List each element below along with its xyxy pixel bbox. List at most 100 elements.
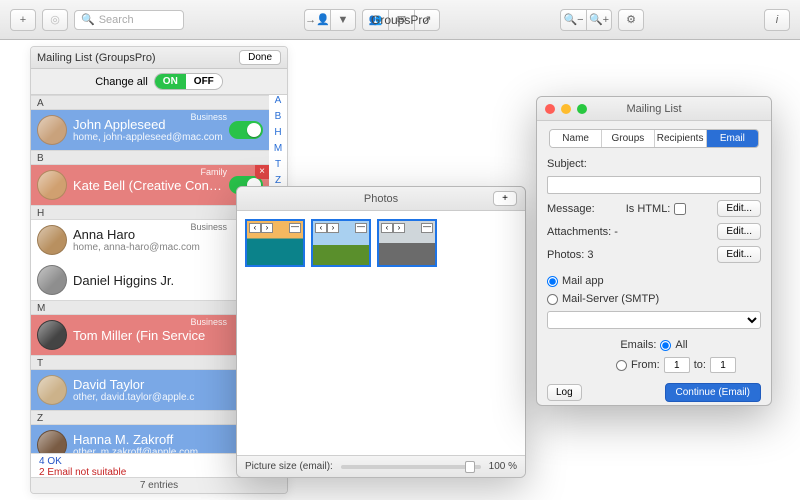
contact-tag: Business: [190, 317, 227, 327]
filter-button[interactable]: ▼: [330, 9, 356, 31]
photos-body: ‹›— ‹›— ‹›—: [237, 211, 525, 455]
attachments-value: -: [614, 226, 618, 238]
minimize-window-icon[interactable]: [561, 104, 571, 114]
prev-icon[interactable]: ‹: [315, 223, 327, 233]
contact-row[interactable]: Tom Miller (Fin Service Business: [31, 315, 269, 355]
avatar: [37, 225, 67, 255]
smtp-label: Mail-Server (SMTP): [562, 293, 659, 305]
photo-thumb[interactable]: ‹› —: [245, 219, 305, 267]
to-input[interactable]: [710, 357, 736, 373]
photos-window: Photos + ‹›— ‹›— ‹›— Picture size (email…: [236, 186, 526, 478]
index-letter[interactable]: H: [274, 127, 281, 143]
contact-name: Anna Haro: [73, 227, 263, 242]
tab-groups[interactable]: Groups: [602, 130, 654, 147]
subject-label: Subject:: [547, 158, 605, 170]
zoom-window-icon[interactable]: [577, 104, 587, 114]
groups-button[interactable]: 👥: [362, 9, 388, 31]
mailing-dialog: Mailing List Name Groups Recipients Emai…: [536, 96, 772, 406]
minimize-icon[interactable]: —: [355, 223, 367, 233]
minimize-icon[interactable]: —: [421, 223, 433, 233]
contact-tag: Family: [201, 167, 228, 177]
zoom-in-button[interactable]: 🔍+: [586, 9, 612, 31]
index-letter[interactable]: B: [275, 111, 282, 127]
emails-label: Emails:: [620, 339, 656, 351]
continue-button[interactable]: Continue (Email): [665, 383, 761, 402]
minimize-icon[interactable]: —: [289, 223, 301, 233]
from-input[interactable]: [664, 357, 690, 373]
zoom-out-button[interactable]: 🔍−: [560, 9, 586, 31]
add-photo-button[interactable]: +: [493, 191, 517, 206]
avatar: [37, 375, 67, 405]
next-icon[interactable]: ›: [261, 223, 273, 233]
photo-thumb[interactable]: ‹› —: [311, 219, 371, 267]
avatar: [37, 320, 67, 350]
smtp-select[interactable]: [547, 311, 761, 329]
contact-sub: home, anna-haro@mac.com: [73, 242, 263, 253]
search-icon: 🔍: [81, 13, 95, 26]
contact-sub: home, john-appleseed@mac.com: [73, 132, 223, 143]
contact-row[interactable]: John Appleseedhome, john-appleseed@mac.c…: [31, 110, 269, 150]
section-header: A: [31, 95, 269, 110]
window-controls[interactable]: [545, 104, 587, 114]
subject-input[interactable]: [547, 176, 761, 194]
index-letter[interactable]: T: [275, 159, 281, 175]
tab-recipients[interactable]: Recipients: [655, 130, 707, 147]
edit-attachments-button[interactable]: Edit...: [717, 223, 761, 240]
settings-button[interactable]: ⚙: [618, 9, 644, 31]
photos-footer: Picture size (email): 100 %: [237, 455, 525, 477]
change-all-label: Change all: [95, 76, 148, 88]
prev-icon[interactable]: ‹: [381, 223, 393, 233]
is-html-checkbox[interactable]: [674, 203, 686, 215]
mail-app-label: Mail app: [562, 275, 604, 287]
section-header: M: [31, 300, 269, 315]
contact-row[interactable]: Anna Harohome, anna-haro@mac.com Busines…: [31, 220, 269, 260]
close-window-icon[interactable]: [545, 104, 555, 114]
photos-titlebar[interactable]: Photos +: [237, 187, 525, 211]
new-contact-button[interactable]: +: [10, 9, 36, 31]
change-all-off[interactable]: OFF: [186, 74, 222, 89]
avatar: [37, 265, 67, 295]
next-icon[interactable]: ›: [327, 223, 339, 233]
picture-size-slider[interactable]: [341, 465, 481, 469]
section-header: Z: [31, 410, 269, 425]
contact-name: Tom Miller (Fin Service: [73, 328, 263, 343]
entry-count: 7 entries: [31, 477, 287, 493]
emails-all-radio[interactable]: [660, 340, 671, 351]
index-letter[interactable]: M: [274, 143, 282, 159]
photo-thumb[interactable]: ‹› —: [377, 219, 437, 267]
contact-row[interactable]: David Taylorother, david.taylor@apple.c: [31, 370, 269, 410]
contact-name: Hanna M. Zakroff: [73, 432, 263, 447]
attachments-label: Attachments:: [547, 226, 611, 238]
contact-row[interactable]: Daniel Higgins Jr.: [31, 260, 269, 300]
next-icon[interactable]: ›: [393, 223, 405, 233]
assign-button[interactable]: →👤: [304, 9, 330, 31]
tab-email[interactable]: Email: [707, 130, 758, 147]
close-icon[interactable]: ×: [255, 165, 269, 179]
log-button[interactable]: Log: [547, 384, 582, 401]
change-all-toggle[interactable]: ON OFF: [154, 73, 223, 90]
prev-icon[interactable]: ‹: [249, 223, 261, 233]
index-letter[interactable]: A: [275, 95, 282, 111]
smtp-radio[interactable]: [547, 294, 558, 305]
contact-toggle[interactable]: [229, 121, 263, 139]
contact-tag: Business: [190, 222, 227, 232]
export-button[interactable]: ↗: [414, 9, 440, 31]
emails-all-label: All: [675, 339, 687, 351]
tab-name[interactable]: Name: [550, 130, 602, 147]
search-input[interactable]: 🔍 Search: [74, 10, 184, 30]
mailing-dialog-titlebar[interactable]: Mailing List: [537, 97, 771, 121]
mailing-dialog-body: Name Groups Recipients Email Subject: Me…: [537, 121, 771, 405]
edit-message-button[interactable]: Edit...: [717, 200, 761, 217]
emails-from-radio[interactable]: [616, 360, 627, 371]
edit-photos-button[interactable]: Edit...: [717, 246, 761, 263]
photos-value: 3: [587, 249, 593, 261]
contact-row[interactable]: Hanna M. Zakroffother, m.zakroff@apple.c…: [31, 425, 269, 453]
change-all-on[interactable]: ON: [155, 74, 186, 89]
avatar: [37, 430, 67, 453]
mailing-list-button[interactable]: ✉: [388, 9, 414, 31]
done-button[interactable]: Done: [239, 50, 281, 65]
mail-app-radio[interactable]: [547, 276, 558, 287]
contact-sub: other, david.taylor@apple.c: [73, 392, 263, 403]
contact-row[interactable]: Kate Bell (Creative Consult Family ×: [31, 165, 269, 205]
info-button[interactable]: i: [764, 9, 790, 31]
